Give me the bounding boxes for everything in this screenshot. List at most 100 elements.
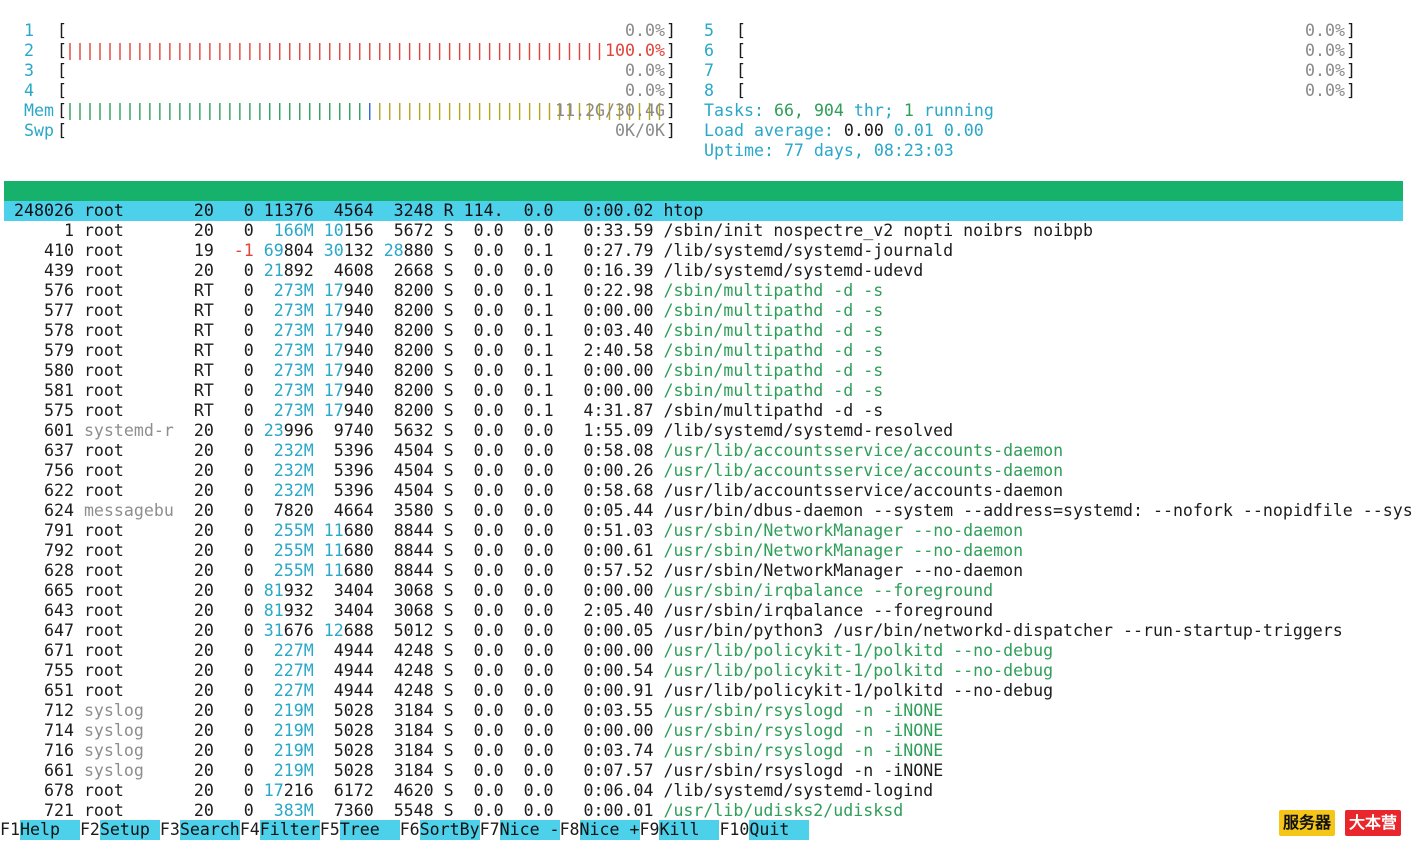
swp-label: Swp [24,121,54,140]
process-row[interactable]: 637 root 20 0 232M 5396 4504 S 0.0 0.0 0… [4,441,1403,461]
cpu-percent: 0.0 [463,441,514,460]
cpu-percent: 0.0 [463,761,514,780]
user: syslog [83,701,184,720]
process-row[interactable]: 755 root 20 0 227M 4944 4248 S 0.0 0.0 0… [4,661,1403,681]
virt: 219M [263,701,314,720]
res: 4664 [323,501,384,520]
function-key-bar[interactable]: F1Help F2Setup F3SearchF4FilterF5Tree F6… [0,820,1413,840]
process-row[interactable]: 721 root 20 0 383M 7360 5548 S 0.0 0.0 0… [4,801,1403,821]
process-row[interactable]: 661 syslog 20 0 219M 5028 3184 S 0.0 0.0… [4,761,1403,781]
process-row[interactable]: 439 root 20 0 21892 4608 2668 S 0.0 0.0 … [4,261,1403,281]
time: 2:05.40 [563,601,664,620]
process-row[interactable]: 716 syslog 20 0 219M 5028 3184 S 0.0 0.0… [4,741,1403,761]
process-row[interactable]: 624 messagebu 20 0 7820 4664 3580 S 0.0 … [4,501,1413,521]
command: /sbin/init nospectre_v2 nopti noibrs noi… [663,221,1094,240]
fn-button-help[interactable]: Help [19,820,80,840]
fn-key-f4: F4 [239,820,260,839]
fn-button-search[interactable]: Search [179,820,240,840]
command: htop [663,201,704,220]
fn-button-setup[interactable]: Setup [99,820,160,840]
nice: 0 [223,581,264,600]
process-row[interactable]: 791 root 20 0 255M 11680 8844 S 0.0 0.0 … [4,521,1403,541]
running-label: running [923,101,994,120]
cpu-id: 4 [24,81,34,100]
state: S [443,561,464,580]
state: S [443,801,464,820]
process-row[interactable]: 248026 root 20 0 11376 4564 3248 R 114. … [4,201,1403,221]
virt: 273M [263,381,314,400]
process-row[interactable]: 756 root 20 0 232M 5396 4504 S 0.0 0.0 0… [4,461,1403,481]
pid: 792 [4,541,84,560]
nice: 0 [223,721,264,740]
shr: 5012 [383,621,444,640]
process-row[interactable]: 714 syslog 20 0 219M 5028 3184 S 0.0 0.0… [4,721,1403,741]
shr: 4248 [383,641,444,660]
pid: 712 [4,701,84,720]
fn-button-quit[interactable]: Quit [749,820,810,840]
priority: 20 [183,501,224,520]
virt: 7820 [263,501,324,520]
load-5: 0.01 [893,121,934,140]
fn-key-f2: F2 [79,820,100,839]
virt: 81932 [263,601,324,620]
command: /usr/sbin/rsyslogd -n -iNONE [663,721,944,740]
process-row[interactable]: 628 root 20 0 255M 11680 8844 S 0.0 0.0 … [4,561,1403,581]
res: 5028 [323,761,384,780]
process-row[interactable]: 712 syslog 20 0 219M 5028 3184 S 0.0 0.0… [4,701,1403,721]
state: S [443,681,464,700]
mem-percent: 0.1 [513,401,564,420]
fn-button-nice-[interactable]: Nice + [579,820,640,840]
process-row[interactable]: 580 root RT 0 273M 17940 8200 S 0.0 0.1 … [4,361,1403,381]
process-row[interactable]: 581 root RT 0 273M 17940 8200 S 0.0 0.1 … [4,381,1403,401]
res: 10156 [323,221,384,240]
process-row[interactable]: 651 root 20 0 227M 4944 4248 S 0.0 0.0 0… [4,681,1403,701]
process-row[interactable]: 665 root 20 0 81932 3404 3068 S 0.0 0.0 … [4,581,1403,601]
process-row[interactable]: 1 root 20 0 166M 10156 5672 S 0.0 0.0 0:… [4,221,1403,241]
virt: 232M [263,461,314,480]
process-row[interactable]: 575 root RT 0 273M 17940 8200 S 0.0 0.1 … [4,401,1403,421]
fn-button-tree[interactable]: Tree [339,820,400,840]
process-row[interactable]: 671 root 20 0 227M 4944 4248 S 0.0 0.0 0… [4,641,1403,661]
process-row[interactable]: 622 root 20 0 232M 5396 4504 S 0.0 0.0 0… [4,481,1403,501]
virt: 383M [263,801,314,820]
process-row[interactable]: 643 root 20 0 81932 3404 3068 S 0.0 0.0 … [4,601,1403,621]
virt: 69804 [263,241,324,260]
process-row[interactable]: 678 root 20 0 17216 6172 4620 S 0.0 0.0 … [4,781,1403,801]
fn-button-sortby[interactable]: SortBy [419,820,480,840]
priority: 20 [183,781,224,800]
process-row[interactable]: 578 root RT 0 273M 17940 8200 S 0.0 0.1 … [4,321,1403,341]
process-row[interactable]: 792 root 20 0 255M 11680 8844 S 0.0 0.0 … [4,541,1403,561]
mem-percent: 0.0 [513,621,564,640]
priority: 20 [183,261,224,280]
load-label: Load average: [704,121,834,140]
process-row[interactable]: 576 root RT 0 273M 17940 8200 S 0.0 0.1 … [4,281,1403,301]
fn-button-kill[interactable]: Kill [659,820,720,840]
mem-percent: 0.0 [513,781,564,800]
nice: 0 [223,401,264,420]
process-row[interactable]: 579 root RT 0 273M 17940 8200 S 0.0 0.1 … [4,341,1403,361]
process-row[interactable]: 410 root 19 -1 69804 30132 28880 S 0.0 0… [4,241,1403,261]
nice: 0 [223,661,264,680]
shr: 4504 [383,481,444,500]
shr: 8200 [383,361,444,380]
virt: 273M [263,321,314,340]
state: S [443,281,464,300]
command: /usr/lib/policykit-1/polkitd --no-debug [663,641,1054,660]
time: 0:03.55 [563,701,664,720]
cpu-percent: 0.0% [1305,81,1345,100]
nice: 0 [223,801,264,820]
shr: 5672 [383,221,444,240]
fn-key-f3: F3 [159,820,180,839]
uptime-label: Uptime: [704,141,774,160]
process-row[interactable]: 577 root RT 0 273M 17940 8200 S 0.0 0.1 … [4,301,1403,321]
process-row[interactable]: 647 root 20 0 31676 12688 5012 S 0.0 0.0… [4,621,1403,641]
process-row[interactable]: 601 systemd-r 20 0 23996 9740 5632 S 0.0… [4,421,1403,441]
state: S [443,541,464,560]
process-table-header[interactable]: PID USER PRI NI VIRT RES SHR S CPU% MEM%… [4,181,1403,220]
virt: 17216 [263,781,324,800]
user: root [83,541,184,560]
pid: 624 [4,501,84,520]
fn-button-filter[interactable]: Filter [259,820,320,840]
fn-button-nice-[interactable]: Nice - [499,820,560,840]
virt: 227M [263,661,314,680]
